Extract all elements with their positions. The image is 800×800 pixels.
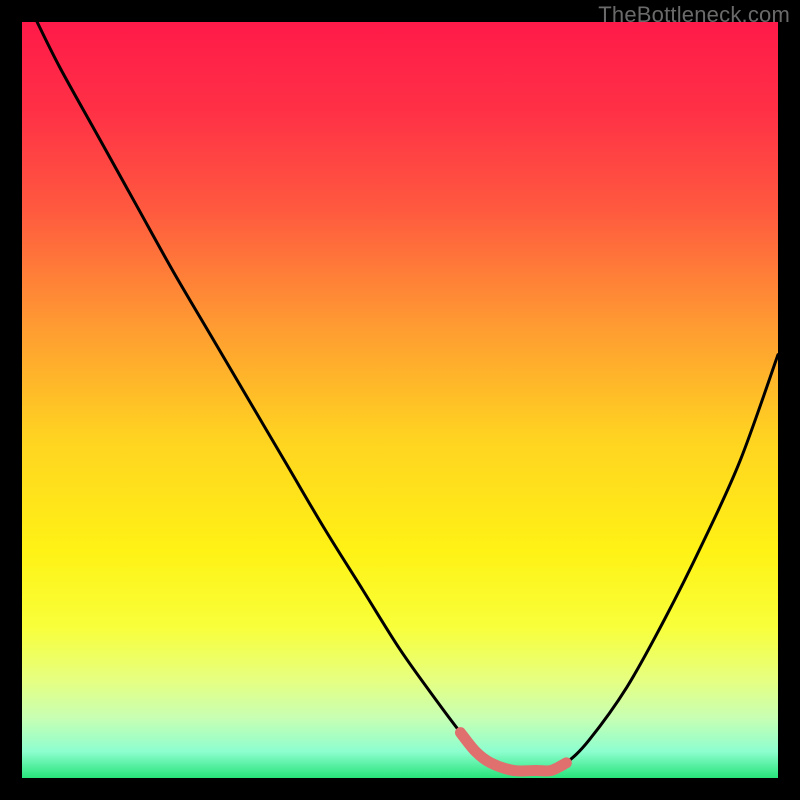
chart-frame: TheBottleneck.com [0,0,800,800]
bottleneck-curve [37,22,778,771]
highlight-segment [460,733,566,771]
curve-layer [22,22,778,778]
plot-area [22,22,778,778]
watermark-text: TheBottleneck.com [598,2,790,28]
